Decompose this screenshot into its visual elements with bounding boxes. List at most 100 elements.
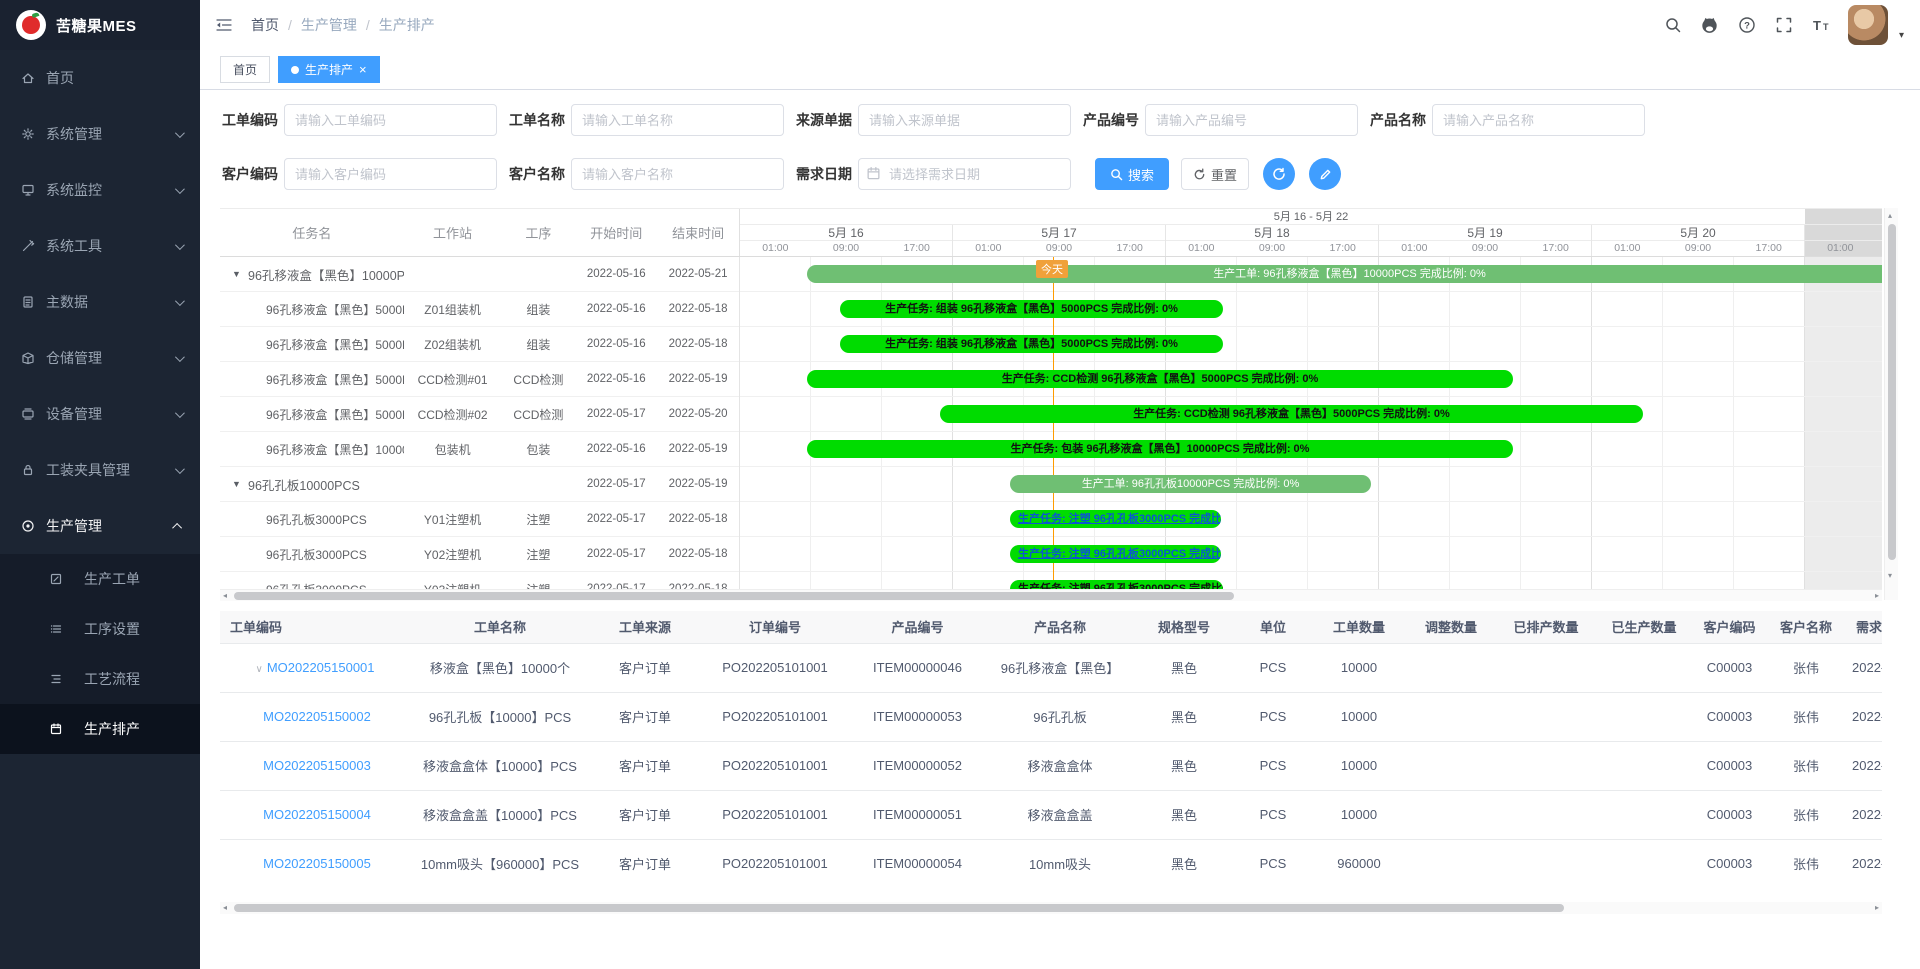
task-name: 96孔孔板10000PCS <box>248 475 360 494</box>
help-icon[interactable]: ? <box>1737 15 1757 35</box>
table-row[interactable]: MO202205150002 96孔孔板【10000】PCS 客户订单 PO20… <box>220 692 1882 741</box>
source-doc-input[interactable] <box>858 104 1071 136</box>
orders-horizontal-scrollbar[interactable]: ◂ ▸ <box>220 902 1882 914</box>
search-icon[interactable] <box>1663 15 1683 35</box>
gantt-panel: 任务名 工作站 工序 开始时间 结束时间 5月 16 - 5月 22 5月 16… <box>220 208 1898 600</box>
tab-scheduling[interactable]: 生产排产 × <box>278 56 380 83</box>
work-order-link[interactable]: MO202205150002 <box>263 709 371 724</box>
filter-product-name: 产品名称 <box>1370 104 1645 136</box>
gantt-task-row[interactable]: 96孔移液盒【黑色】5000PCS CCD检测#02 CCD检测 2022-05… <box>220 397 739 432</box>
work-order-link[interactable]: MO202205150004 <box>263 807 371 822</box>
app-logo[interactable]: 苦糖果MES <box>0 0 200 50</box>
gantt-task-row[interactable]: 96孔孔板3000PCS Y03注塑机 注塑 2022-05-17 2022-0… <box>220 572 739 589</box>
sidebar-item-fixtures[interactable]: 工装夹具管理 <box>0 442 200 498</box>
scroll-right-arrow[interactable]: ▸ <box>1875 590 1879 602</box>
gantt-bar[interactable]: 生产任务: 包装 96孔移液盒【黑色】10000PCS 完成比例: 0% <box>807 440 1513 458</box>
gantt-task-row[interactable]: 96孔移液盒【黑色】5000PCS Z01组装机 组装 2022-05-16 2… <box>220 292 739 327</box>
need-date-cell: 2022-05-2 <box>1846 692 1882 741</box>
gantt-task-row[interactable]: 96孔移液盒【黑色】5000PCS Z02组装机 组装 2022-05-16 2… <box>220 327 739 362</box>
expand-caret-icon[interactable]: ▼ <box>232 479 248 489</box>
work-order-link[interactable]: MO202205150005 <box>263 856 371 871</box>
gantt-bar[interactable]: 生产任务: CCD检测 96孔移液盒【黑色】5000PCS 完成比例: 0% <box>807 370 1513 388</box>
gantt-task-row[interactable]: 96孔孔板3000PCS Y02注塑机 注塑 2022-05-17 2022-0… <box>220 537 739 572</box>
gantt-horizontal-scrollbar[interactable]: ◂ ▸ <box>220 589 1882 601</box>
customer-name-input[interactable] <box>571 158 784 190</box>
gantt-bar[interactable]: 生产任务: 注塑 96孔孔板3000PCS 完成比例: 0% <box>1010 510 1221 528</box>
close-icon[interactable]: × <box>359 63 367 76</box>
customer-code-input[interactable] <box>284 158 497 190</box>
gantt-bar[interactable]: 生产任务: CCD检测 96孔移液盒【黑色】5000PCS 完成比例: 0% <box>940 405 1643 423</box>
sidebar-item-system-monitor[interactable]: 系统监控 <box>0 162 200 218</box>
fullscreen-icon[interactable] <box>1774 15 1794 35</box>
work-orders-table: 工单编码 工单名称 工单来源 订单编号 产品编号 产品名称 规格型号 单位 工单… <box>220 611 1882 888</box>
font-size-icon[interactable]: TT <box>1811 15 1831 35</box>
sidebar-item-system-mgmt[interactable]: 系统管理 <box>0 106 200 162</box>
unit-cell: PCS <box>1233 692 1313 741</box>
scrollbar-thumb[interactable] <box>1888 224 1896 560</box>
table-row[interactable]: ∨MO202205150001 移液盒【黑色】10000个 客户订单 PO202… <box>220 643 1882 692</box>
customer-code-cell: C00003 <box>1693 643 1766 692</box>
process-cell: 注塑 <box>501 581 575 590</box>
sidebar-item-process-flow[interactable]: 工艺流程 <box>0 654 200 704</box>
gantt-bar[interactable]: 生产任务: 组装 96孔移液盒【黑色】5000PCS 完成比例: 0% <box>840 335 1223 353</box>
scroll-left-arrow[interactable]: ◂ <box>223 590 227 602</box>
workstation-cell: CCD检测#02 <box>404 406 502 423</box>
gantt-bar[interactable]: 生产任务: 注塑 96孔孔板3000PCS 完成比例: 0% <box>1010 580 1223 589</box>
tab-home[interactable]: 首页 <box>220 56 270 83</box>
refresh-button[interactable] <box>1263 158 1295 190</box>
sidebar-item-scheduling[interactable]: 生产排产 <box>0 704 200 754</box>
work-order-code-input[interactable] <box>284 104 497 136</box>
need-date-cell: 2022-05-2 <box>1846 839 1882 888</box>
breadcrumb-home[interactable]: 首页 <box>251 15 279 35</box>
expand-caret-icon[interactable]: ▼ <box>232 269 248 279</box>
gantt-bar[interactable]: 生产工单: 96孔孔板10000PCS 完成比例: 0% <box>1010 475 1371 493</box>
gantt-bar[interactable]: 生产任务: 组装 96孔移液盒【黑色】5000PCS 完成比例: 0% <box>840 300 1223 318</box>
qty-cell: 960000 <box>1313 839 1405 888</box>
sidebar-item-work-order[interactable]: 生产工单 <box>0 554 200 604</box>
table-row[interactable]: MO202205150003 移液盒盒体【10000】PCS 客户订单 PO20… <box>220 741 1882 790</box>
user-avatar[interactable] <box>1848 5 1888 45</box>
sidebar-item-system-tools[interactable]: 系统工具 <box>0 218 200 274</box>
scroll-left-arrow[interactable]: ◂ <box>223 902 227 914</box>
work-order-name-cell: 移液盒盒体【10000】PCS <box>410 741 590 790</box>
scrollbar-thumb[interactable] <box>234 904 1564 912</box>
gantt-task-row[interactable]: 96孔孔板3000PCS Y01注塑机 注塑 2022-05-17 2022-0… <box>220 502 739 537</box>
product-name-input[interactable] <box>1432 104 1645 136</box>
sidebar-item-process-settings[interactable]: 工序设置 <box>0 604 200 654</box>
gantt-task-row[interactable]: ▼ 96孔移液盒【黑色】10000PCS 2022-05-16 2022-05-… <box>220 257 739 292</box>
sidebar-item-home[interactable]: 首页 <box>0 50 200 106</box>
sidebar-item-master-data[interactable]: 主数据 <box>0 274 200 330</box>
gantt-bar[interactable]: 生产任务: 注塑 96孔孔板3000PCS 完成比例: 0% <box>1010 545 1221 563</box>
work-order-link[interactable]: MO202205150001 <box>267 660 375 675</box>
gantt-timeline-header: 5月 16 - 5月 22 5月 16 01:00 09:00 17:00 5月… <box>740 209 1882 256</box>
reset-button[interactable]: 重置 <box>1181 158 1249 190</box>
hour-label: 09:00 <box>1450 241 1521 256</box>
gantt-task-row[interactable]: ▼ 96孔孔板10000PCS 2022-05-17 2022-05-19 <box>220 467 739 502</box>
table-row[interactable]: MO202205150004 移液盒盒盖【10000】PCS 客户订单 PO20… <box>220 790 1882 839</box>
gantt-vertical-scrollbar[interactable]: ▴ ▾ <box>1884 208 1898 600</box>
work-order-link[interactable]: MO202205150003 <box>263 758 371 773</box>
sidebar-item-equipment[interactable]: 设备管理 <box>0 386 200 442</box>
scrollbar-thumb[interactable] <box>234 592 1234 600</box>
scroll-down-arrow[interactable]: ▾ <box>1888 570 1892 582</box>
gantt-task-row[interactable]: 96孔移液盒【黑色】10000PCS 包装机 包装 2022-05-16 202… <box>220 432 739 467</box>
product-code-input[interactable] <box>1145 104 1358 136</box>
edit-button[interactable] <box>1309 158 1341 190</box>
search-button[interactable]: 搜索 <box>1095 158 1169 190</box>
scroll-up-arrow[interactable]: ▴ <box>1888 210 1892 222</box>
table-row[interactable]: MO202205150005 10mm吸头【960000】PCS 客户订单 PO… <box>220 839 1882 888</box>
gantt-task-row[interactable]: 96孔移液盒【黑色】5000PCS CCD检测#01 CCD检测 2022-05… <box>220 362 739 397</box>
expand-caret-icon[interactable]: ∨ <box>255 664 262 675</box>
gantt-bar[interactable]: 生产工单: 96孔移液盒【黑色】10000PCS 完成比例: 0% <box>807 265 1882 283</box>
app-title: 苦糖果MES <box>56 15 137 36</box>
gantt-body: ▼ 96孔移液盒【黑色】10000PCS 2022-05-16 2022-05-… <box>220 257 1882 589</box>
work-order-name-input[interactable] <box>571 104 784 136</box>
sidebar-item-production[interactable]: 生产管理 <box>0 498 200 554</box>
scroll-right-arrow[interactable]: ▸ <box>1875 902 1879 914</box>
need-date-input[interactable] <box>858 158 1071 190</box>
sidebar-item-warehouse[interactable]: 仓储管理 <box>0 330 200 386</box>
breadcrumb-production[interactable]: 生产管理 <box>301 15 357 35</box>
sidebar-toggle-icon[interactable] <box>215 15 235 35</box>
github-icon[interactable] <box>1700 15 1720 35</box>
avatar-caret-icon[interactable]: ▾ <box>1899 30 1904 45</box>
